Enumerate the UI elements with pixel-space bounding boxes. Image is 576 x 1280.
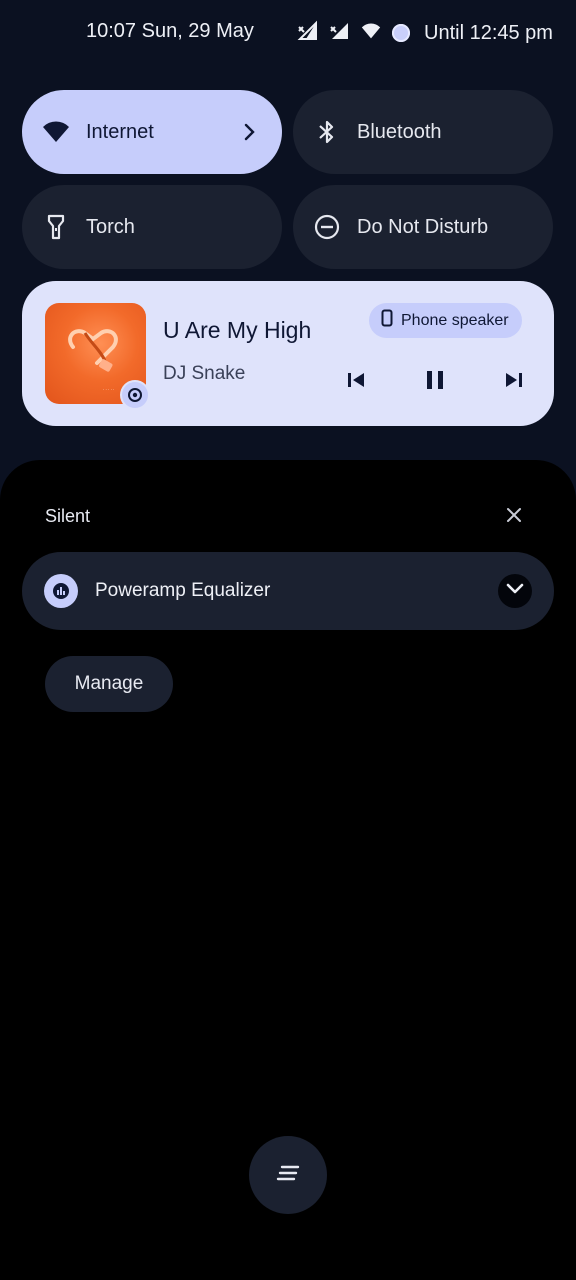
tile-internet-label: Internet <box>86 120 154 143</box>
wifi-icon <box>42 118 70 146</box>
media-artist: DJ Snake <box>163 363 246 384</box>
previous-icon <box>346 370 366 395</box>
media-player-card[interactable]: · · · · · U Are My High DJ Snake Phone s… <box>22 281 554 426</box>
expand-button[interactable] <box>498 574 532 608</box>
tile-do-not-disturb[interactable]: Do Not Disturb <box>293 185 553 269</box>
output-device-chip[interactable]: Phone speaker <box>369 303 522 338</box>
bluetooth-icon <box>313 118 341 146</box>
manage-button-label: Manage <box>74 673 144 694</box>
notification-item[interactable]: Poweramp Equalizer <box>22 552 554 630</box>
notification-history-button[interactable] <box>249 1136 327 1214</box>
signal-icon <box>328 20 350 47</box>
tile-internet[interactable]: Internet <box>22 90 282 174</box>
pause-icon <box>425 369 445 396</box>
equalizer-icon <box>44 574 78 608</box>
chevron-down-icon <box>506 582 524 600</box>
tile-torch-label: Torch <box>86 215 135 238</box>
wifi-icon <box>360 20 382 47</box>
tile-torch[interactable]: Torch <box>22 185 282 269</box>
clear-all-icon <box>274 1164 302 1187</box>
do-not-disturb-icon <box>313 213 341 241</box>
clear-silent-button[interactable] <box>501 504 527 530</box>
output-device-label: Phone speaker <box>401 311 509 329</box>
notification-title: Poweramp Equalizer <box>95 580 271 601</box>
manage-button[interactable]: Manage <box>45 656 173 712</box>
torch-icon <box>42 213 70 241</box>
tile-bluetooth[interactable]: Bluetooth <box>293 90 553 174</box>
next-icon <box>504 370 524 395</box>
media-song-title: U Are My High <box>163 317 312 343</box>
dnd-status-icon <box>392 24 410 42</box>
app-badge-icon <box>122 382 148 408</box>
previous-button[interactable] <box>338 364 374 400</box>
close-icon <box>506 507 522 528</box>
tile-bluetooth-label: Bluetooth <box>357 120 442 143</box>
status-bar-icons: Until 12:45 pm <box>296 20 553 46</box>
chevron-right-icon <box>244 122 260 142</box>
svg-text:· · · · ·: · · · · · <box>103 387 114 392</box>
alarm-until-text: Until 12:45 pm <box>424 21 553 44</box>
phone-icon <box>381 309 393 332</box>
status-bar-clock: 10:07 Sun, 29 May <box>86 20 254 42</box>
signal-icon <box>296 20 318 47</box>
next-button[interactable] <box>496 364 532 400</box>
section-title-silent: Silent <box>45 506 91 526</box>
tile-dnd-label: Do Not Disturb <box>357 215 489 238</box>
pause-button[interactable] <box>417 364 453 400</box>
notification-shade: Silent Poweramp Equalizer Manage <box>0 460 576 1280</box>
